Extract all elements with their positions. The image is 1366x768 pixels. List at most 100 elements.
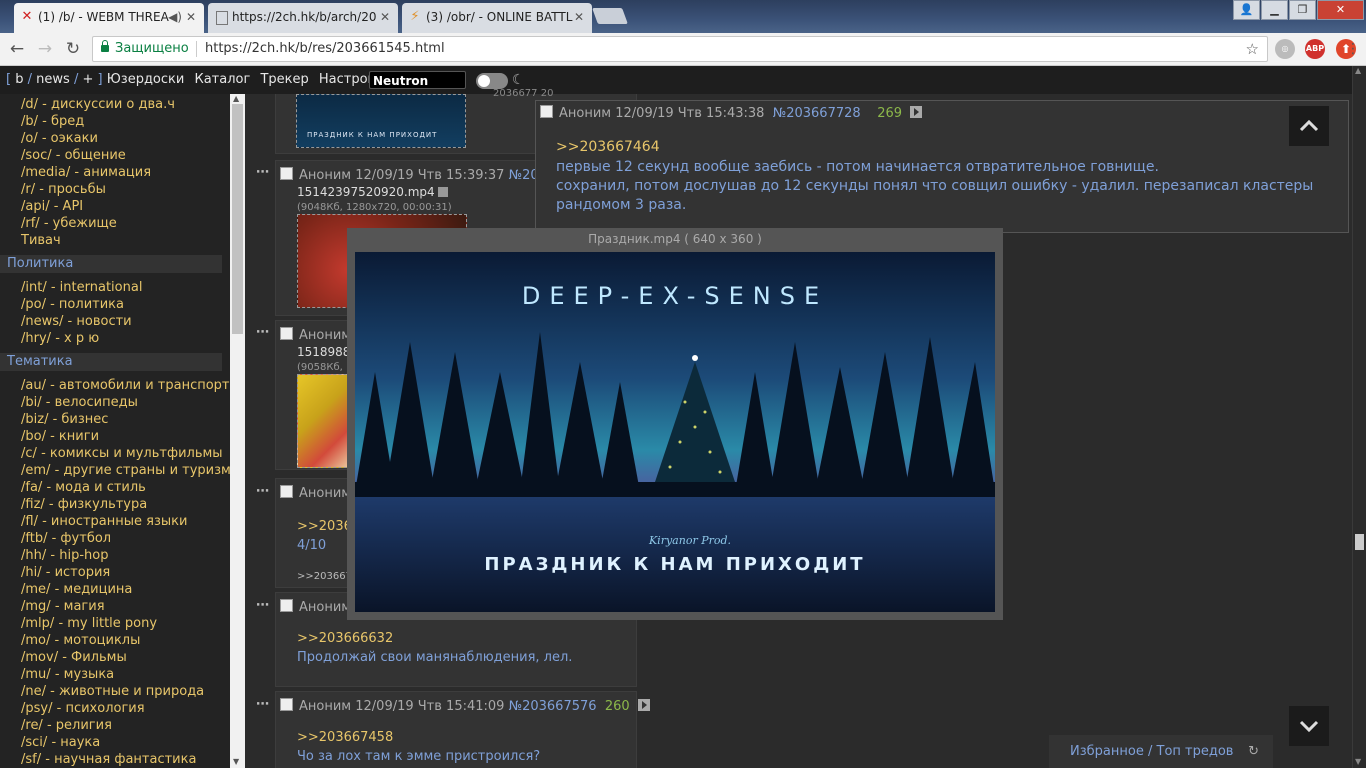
board-code[interactable]: /sf/ bbox=[21, 752, 41, 767]
sidebar-board-item[interactable]: /news/ - новости bbox=[0, 313, 230, 330]
board-code[interactable]: /hi/ bbox=[21, 565, 42, 580]
post-number[interactable]: №203667728 bbox=[773, 106, 861, 121]
board-code[interactable]: /ne/ bbox=[21, 684, 46, 699]
post-menu-icon[interactable]: ⋯ bbox=[256, 598, 269, 613]
sidebar-board-item[interactable]: /fa/ - мода и стиль bbox=[0, 479, 230, 496]
board-code[interactable]: /re/ bbox=[21, 718, 43, 733]
board-code[interactable]: Тивач bbox=[21, 233, 61, 248]
sidebar-board-item[interactable]: /d/ - дискуссии о два.ч bbox=[0, 96, 230, 113]
post-checkbox[interactable] bbox=[280, 167, 293, 180]
board-code[interactable]: /int/ bbox=[21, 280, 47, 295]
sidebar-board-item[interactable]: /int/ - international bbox=[0, 279, 230, 296]
sidebar-board-item[interactable]: /mov/ - Фильмы bbox=[0, 649, 230, 666]
sidebar-board-item[interactable]: /fiz/ - физкультура bbox=[0, 496, 230, 513]
sidebar-scrollbar[interactable]: ▲ ▼ bbox=[230, 94, 245, 768]
sidebar-category-politics[interactable]: Политика bbox=[0, 255, 222, 273]
refresh-icon[interactable]: ↻ bbox=[1248, 735, 1259, 768]
minimize-button[interactable]: ▁ bbox=[1261, 0, 1288, 20]
board-code[interactable]: /biz/ bbox=[21, 412, 48, 427]
secure-indicator[interactable]: Защищено bbox=[101, 37, 189, 61]
nav-board-news[interactable]: news bbox=[36, 72, 70, 87]
sidebar-board-item[interactable]: /em/ - другие страны и туризм bbox=[0, 462, 230, 479]
user-icon[interactable]: 👤 bbox=[1233, 0, 1260, 20]
board-code[interactable]: /po/ bbox=[21, 297, 46, 312]
post-checkbox[interactable] bbox=[280, 599, 293, 612]
post-number[interactable]: №203667576 bbox=[509, 699, 597, 714]
post-footer-reply[interactable]: 2036677 20 bbox=[493, 88, 553, 99]
nav-userboards[interactable]: Юзердоски bbox=[107, 72, 185, 87]
sidebar-board-item[interactable]: /api/ - API bbox=[0, 198, 230, 215]
sidebar-board-item[interactable]: /bo/ - книги bbox=[0, 428, 230, 445]
board-code[interactable]: /o/ bbox=[21, 131, 38, 146]
board-code[interactable]: /hh/ bbox=[21, 548, 46, 563]
sidebar-board-item[interactable]: /o/ - оэкаки bbox=[0, 130, 230, 147]
board-code[interactable]: /api/ bbox=[21, 199, 50, 214]
tab-obr[interactable]: ⚡ (3) /obr/ - ONLINE BATTL ✕ bbox=[402, 3, 592, 33]
address-bar[interactable]: Защищено https://2ch.hk/b/res/203661545.… bbox=[92, 36, 1268, 62]
sidebar-board-item[interactable]: /media/ - анимация bbox=[0, 164, 230, 181]
board-code[interactable]: /psy/ bbox=[21, 701, 52, 716]
sidebar-board-item[interactable]: /soc/ - общение bbox=[0, 147, 230, 164]
board-code[interactable]: /mg/ bbox=[21, 599, 51, 614]
media-expand-popup[interactable]: Праздник.mp4 ( 640 x 360 ) DEEP-EX-SENSE… bbox=[347, 228, 1003, 620]
video-player[interactable]: DEEP-EX-SENSE Kiryanor Prod. ПРАЗДНИК К … bbox=[355, 252, 995, 612]
page-scrollbar[interactable]: ▲ ▼ bbox=[1352, 66, 1366, 768]
sidebar-board-item[interactable]: Тивач bbox=[0, 232, 230, 249]
board-code[interactable]: /media/ bbox=[21, 165, 70, 180]
sidebar-board-item[interactable]: /r/ - просьбы bbox=[0, 181, 230, 198]
sidebar-board-item[interactable]: /mo/ - мотоциклы bbox=[0, 632, 230, 649]
board-code[interactable]: /mlp/ bbox=[21, 616, 54, 631]
sidebar-board-item[interactable]: /au/ - автомобили и транспорт bbox=[0, 377, 230, 394]
sidebar-board-item[interactable]: /rf/ - убежище bbox=[0, 215, 230, 232]
reload-icon[interactable]: ↻ bbox=[62, 38, 84, 60]
play-icon[interactable] bbox=[637, 699, 650, 711]
board-code[interactable]: /em/ bbox=[21, 463, 50, 478]
nav-catalog[interactable]: Каталог bbox=[194, 72, 250, 87]
sidebar-board-item[interactable]: /bi/ - велосипеды bbox=[0, 394, 230, 411]
board-code[interactable]: /sci/ bbox=[21, 735, 47, 750]
sidebar-board-item[interactable]: /biz/ - бизнес bbox=[0, 411, 230, 428]
sidebar-category-themes[interactable]: Тематика bbox=[0, 353, 222, 371]
post-menu-icon[interactable]: ⋯ bbox=[256, 697, 269, 712]
board-code[interactable]: /hry/ bbox=[21, 331, 51, 346]
post-menu-icon[interactable]: ⋯ bbox=[256, 325, 269, 340]
sidebar-board-item[interactable]: /fl/ - иностранные языки bbox=[0, 513, 230, 530]
post-reply-link[interactable]: >>203667464 bbox=[556, 139, 660, 155]
board-code[interactable]: /r/ bbox=[21, 182, 35, 197]
board-code[interactable]: /news/ bbox=[21, 314, 63, 329]
sidebar-board-item[interactable]: /sci/ - наука bbox=[0, 734, 230, 751]
board-code[interactable]: /mov/ bbox=[21, 650, 58, 665]
sidebar-board-item[interactable]: /sf/ - научная фантастика bbox=[0, 751, 230, 768]
tab-close-icon[interactable]: ✕ bbox=[380, 10, 390, 24]
menu-kebab-icon[interactable]: ⋮ bbox=[1342, 38, 1364, 60]
post-checkbox[interactable] bbox=[540, 105, 553, 118]
board-code[interactable]: /mu/ bbox=[21, 667, 51, 682]
file-search-icon[interactable] bbox=[438, 187, 449, 197]
board-code[interactable]: /bo/ bbox=[21, 429, 46, 444]
file-name[interactable]: 15142397520920.mp4 bbox=[297, 185, 435, 199]
maximize-button[interactable]: ❐ bbox=[1289, 0, 1316, 20]
back-arrow-icon[interactable]: ← bbox=[6, 38, 28, 60]
post-reply-link[interactable]: >>203667458 bbox=[297, 730, 393, 745]
favorites-link[interactable]: Избранное bbox=[1070, 744, 1144, 759]
post-checkbox[interactable] bbox=[280, 485, 293, 498]
adblock-icon[interactable]: ABP bbox=[1305, 39, 1325, 59]
nav-board-b[interactable]: b bbox=[15, 72, 23, 87]
extension-globe-icon[interactable]: ◎ bbox=[1275, 39, 1295, 59]
top-threads-link[interactable]: Топ тредов bbox=[1157, 744, 1234, 759]
post-checkbox[interactable] bbox=[280, 698, 293, 711]
sidebar-scroll-thumb[interactable] bbox=[232, 104, 243, 334]
board-code[interactable]: /bi/ bbox=[21, 395, 42, 410]
board-code[interactable]: /rf/ bbox=[21, 216, 40, 231]
board-code[interactable]: /ftb/ bbox=[21, 531, 47, 546]
scroll-up-arrow-icon[interactable]: ▲ bbox=[1355, 66, 1361, 75]
sidebar-board-item[interactable]: /hi/ - история bbox=[0, 564, 230, 581]
post-menu-icon[interactable]: ⋯ bbox=[256, 484, 269, 499]
sidebar-board-item[interactable]: /mlp/ - my little pony bbox=[0, 615, 230, 632]
scroll-up-arrow-icon[interactable]: ▲ bbox=[233, 94, 239, 103]
post-thumbnail[interactable]: ПРАЗДНИК К НАМ ПРИХОДИТ bbox=[296, 94, 466, 148]
theme-toggle[interactable] bbox=[476, 73, 508, 89]
sidebar-board-item[interactable]: /psy/ - психология bbox=[0, 700, 230, 717]
sidebar-board-item[interactable]: /po/ - политика bbox=[0, 296, 230, 313]
board-code[interactable]: /fa/ bbox=[21, 480, 42, 495]
